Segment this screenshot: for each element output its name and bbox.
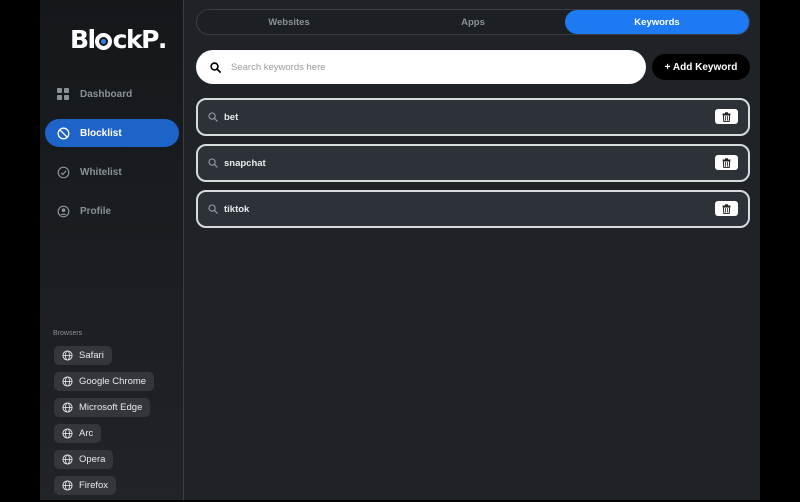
add-keyword-button[interactable]: + Add Keyword [652,54,750,80]
tab-keywords[interactable]: Keywords [565,10,749,34]
search-icon [208,204,218,214]
globe-icon [62,480,73,491]
grid-icon [56,87,70,101]
logo-o-ring [95,33,113,50]
keyword-text: bet [224,111,239,123]
browser-label: Google Chrome [79,376,147,387]
browser-microsoft-edge[interactable]: Microsoft Edge [54,398,151,417]
browser-label: Opera [79,454,106,465]
browser-label: Arc [79,428,94,439]
logo-suffix: ckP [112,25,160,54]
globe-icon [62,428,73,439]
browser-label: Safari [79,350,104,361]
sidebar: Bl ckP. Dashboard Blocklist Whitelist Pr… [40,0,184,500]
delete-button[interactable] [715,155,738,170]
sidebar-item-label: Blocklist [80,127,122,139]
browser-opera[interactable]: Opera [54,450,114,469]
user-circle-icon [56,204,70,218]
block-icon [56,126,70,140]
app-window: Bl ckP. Dashboard Blocklist Whitelist Pr… [40,0,760,500]
globe-icon [62,376,73,387]
trash-icon [722,157,731,168]
browser-google-chrome[interactable]: Google Chrome [54,372,155,391]
browser-firefox[interactable]: Firefox [54,476,117,495]
sidebar-item-label: Dashboard [80,88,133,100]
list-item: snapchat [196,144,750,182]
main-content: Websites Apps Keywords + Add Keyword bet… [184,0,760,500]
browser-safari[interactable]: Safari [54,346,112,365]
browser-label: Microsoft Edge [79,402,143,413]
search-icon [210,61,221,73]
sidebar-nav: Dashboard Blocklist Whitelist Profile [45,80,179,236]
delete-button[interactable] [715,109,738,124]
logo-prefix: Bl [70,25,96,54]
browser-label: Firefox [79,480,109,491]
sidebar-item-whitelist[interactable]: Whitelist [45,158,179,186]
browser-arc[interactable]: Arc [54,424,102,443]
tab-websites[interactable]: Websites [197,10,381,34]
sidebar-item-dashboard[interactable]: Dashboard [45,80,179,108]
logo-dot: . [157,25,168,54]
sidebar-item-profile[interactable]: Profile [45,197,179,225]
search-input[interactable] [229,60,609,74]
globe-icon [62,402,73,413]
browser-list: Safari Google Chrome Microsoft Edge Arc … [54,346,155,502]
browsers-heading: Browsers [53,330,83,337]
sidebar-item-label: Whitelist [80,166,122,178]
keyword-list: bet snapchat tiktok [196,98,750,236]
globe-icon [62,454,73,465]
tab-apps[interactable]: Apps [381,10,565,34]
trash-icon [722,203,731,214]
list-item: tiktok [196,190,750,228]
sidebar-item-label: Profile [80,205,112,217]
delete-button[interactable] [715,201,738,216]
search-icon [208,158,218,168]
list-item: bet [196,98,750,136]
check-circle-icon [56,165,70,179]
tab-bar: Websites Apps Keywords [196,9,750,35]
keyword-text: snapchat [224,157,266,169]
globe-icon [62,350,73,361]
sidebar-item-blocklist[interactable]: Blocklist [45,119,179,147]
search-bar [196,50,646,84]
keyword-text: tiktok [224,203,250,215]
app-logo: Bl ckP. [70,25,168,54]
search-icon [208,112,218,122]
trash-icon [722,111,731,122]
